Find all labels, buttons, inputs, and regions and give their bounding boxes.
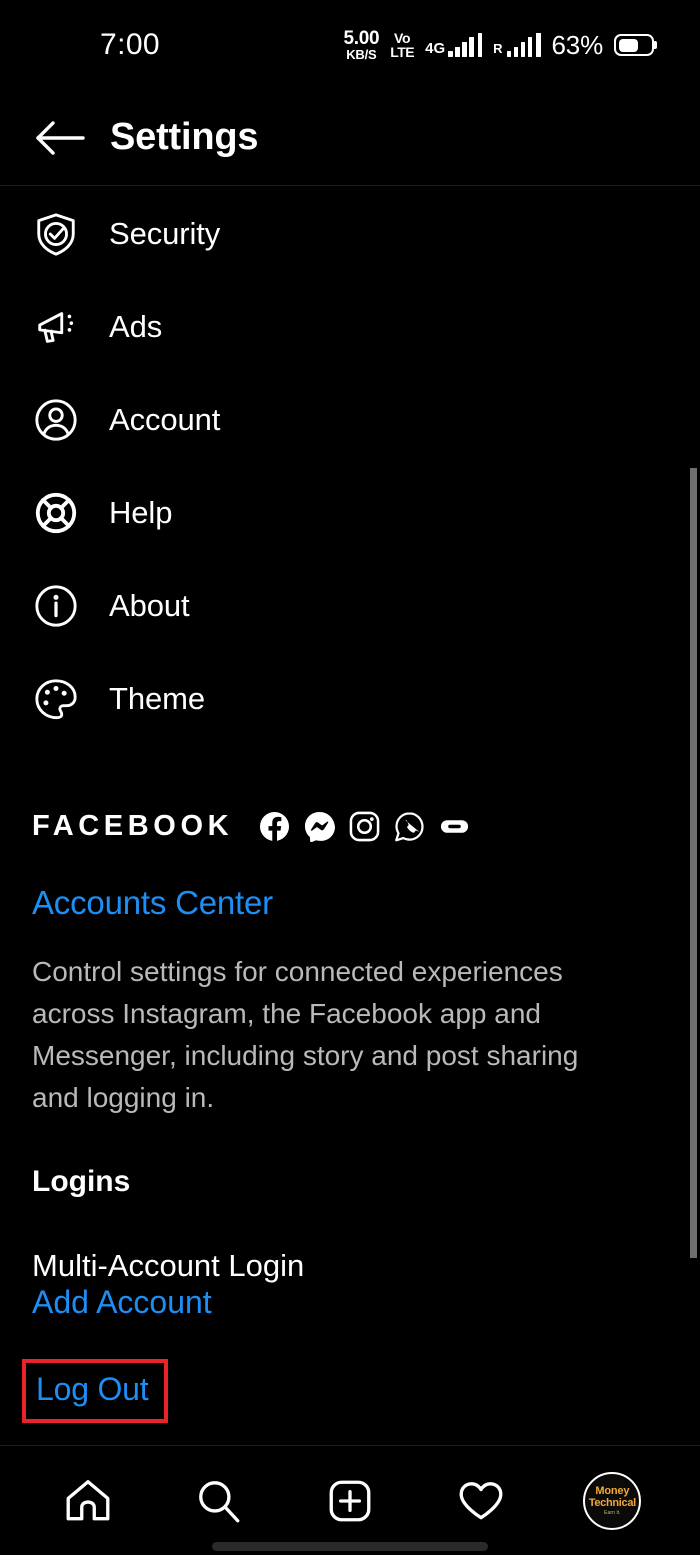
lifebuoy-icon: [32, 489, 80, 537]
facebook-icon: [260, 811, 290, 841]
network-speed-value: 5.00: [343, 28, 380, 49]
menu-label: Account: [109, 401, 221, 437]
messenger-icon: [305, 811, 336, 842]
menu-item-about[interactable]: About: [0, 559, 700, 652]
shield-check-icon: [32, 210, 80, 258]
network-type-label: 4G: [425, 40, 446, 57]
multi-account-login-item[interactable]: Multi-Account Login: [0, 1248, 700, 1284]
page-title: Settings: [110, 116, 259, 158]
avatar-line1: Money: [595, 1484, 630, 1497]
home-indicator: [212, 1542, 488, 1551]
user-circle-icon: [32, 396, 80, 444]
instagram-icon: [349, 811, 380, 841]
phone-screen: 7:00 5.00 KB/S Vo LTE 4G R 63% Settings …: [0, 0, 700, 1555]
signal-bars-icon: [448, 35, 474, 57]
signal-divider-2: [536, 33, 541, 57]
facebook-description: Control settings for connected experienc…: [32, 956, 579, 1113]
menu-label: About: [109, 587, 190, 623]
facebook-title: FACEBOOK: [32, 809, 234, 842]
signal-sim1: 4G: [425, 33, 483, 57]
network-speed-indicator: 5.00 KB/S: [343, 29, 379, 61]
status-bar: 7:00 5.00 KB/S Vo LTE 4G R 63%: [0, 0, 700, 90]
plus-square-icon: [329, 1480, 371, 1521]
add-account-link[interactable]: Add Account: [0, 1284, 212, 1320]
portal-icon: [441, 819, 469, 833]
facebook-brand-icons: [259, 811, 470, 842]
megaphone-icon: [32, 303, 80, 351]
page-header: Settings: [0, 90, 700, 186]
signal-sim2: R: [493, 33, 541, 57]
search-icon: [198, 1480, 240, 1522]
volte-line1: Vo: [394, 30, 411, 46]
back-button[interactable]: [22, 118, 98, 158]
heart-icon: [459, 1481, 503, 1519]
info-circle-icon: [32, 582, 80, 630]
signal-divider: [477, 33, 483, 57]
avatar-line2: Technical: [588, 1496, 637, 1509]
status-time: 7:00: [100, 28, 160, 61]
menu-label: Security: [109, 215, 221, 251]
menu-label: Theme: [109, 680, 205, 716]
nav-search-button[interactable]: [179, 1465, 259, 1537]
nav-home-button[interactable]: [48, 1465, 128, 1537]
menu-item-help[interactable]: Help: [0, 466, 700, 559]
network-speed-unit: KB/S: [346, 47, 377, 62]
whatsapp-icon: [395, 811, 424, 841]
palette-icon: [32, 675, 80, 723]
nav-create-button[interactable]: [310, 1465, 390, 1537]
facebook-section-header: FACEBOOK: [0, 802, 700, 850]
log-out-button[interactable]: Log Out: [22, 1359, 169, 1423]
accounts-center-link[interactable]: Accounts Center: [0, 884, 700, 922]
settings-list: Security Ads Account Help About Theme FA…: [0, 187, 700, 1445]
nav-activity-button[interactable]: [441, 1465, 521, 1537]
menu-label: Ads: [109, 308, 163, 344]
menu-item-account[interactable]: Account: [0, 373, 700, 466]
logout-highlight-wrapper: Log Out: [0, 1359, 700, 1423]
vertical-scrollbar[interactable]: [690, 468, 697, 1258]
menu-item-theme[interactable]: Theme: [0, 652, 700, 745]
volte-line2: LTE: [390, 44, 415, 60]
logins-heading: Logins: [32, 1165, 131, 1198]
volte-icon: Vo LTE: [390, 31, 414, 59]
menu-item-ads[interactable]: Ads: [0, 280, 700, 373]
nav-profile-button[interactable]: Money Technical Earn it.: [572, 1465, 652, 1537]
arrow-left-icon: [36, 120, 85, 155]
signal-bars-icon-2: [506, 35, 533, 57]
log-out-label: Log Out: [36, 1371, 149, 1407]
menu-item-security[interactable]: Security: [0, 187, 700, 280]
battery-icon: [614, 34, 654, 56]
menu-label: Help: [109, 494, 173, 530]
home-icon: [66, 1479, 110, 1520]
roaming-label: R: [493, 41, 503, 56]
avatar-line3: Earn it.: [604, 1509, 621, 1516]
status-icons: 5.00 KB/S Vo LTE 4G R 63%: [343, 29, 654, 61]
avatar: Money Technical Earn it.: [583, 1471, 642, 1530]
battery-percent: 63%: [551, 29, 604, 60]
bottom-navigation-bar: Money Technical Earn it.: [0, 1445, 700, 1555]
